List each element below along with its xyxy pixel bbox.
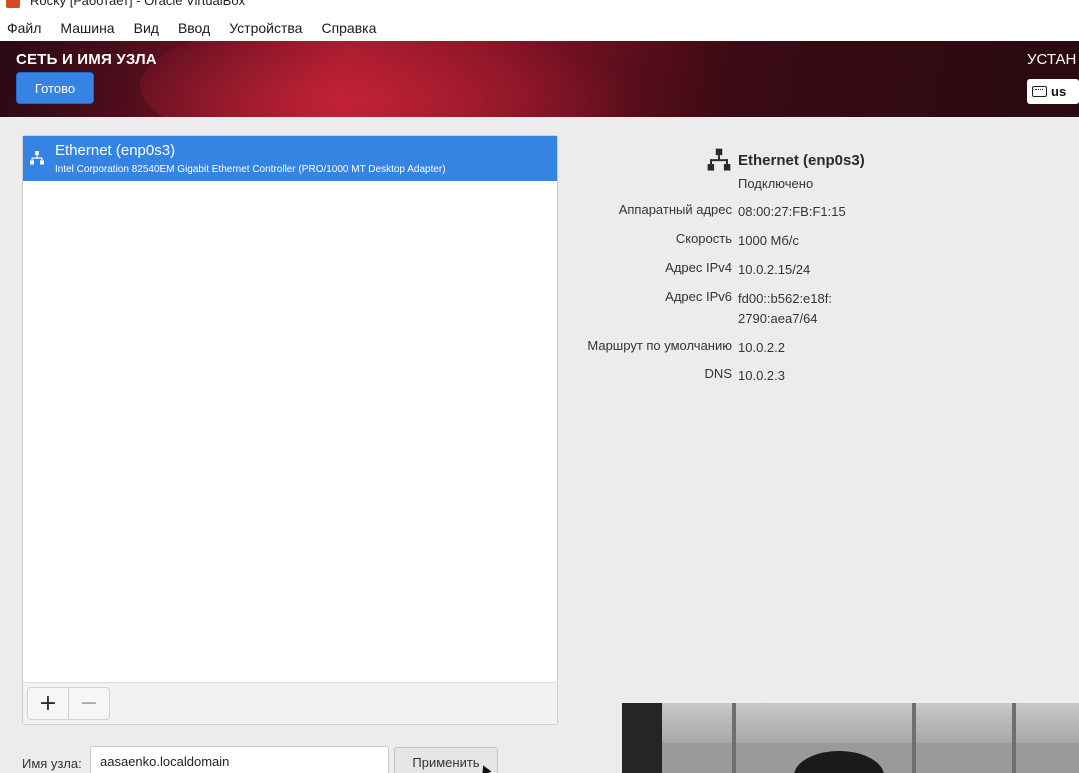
page-title: СЕТЬ И ИМЯ УЗЛА <box>16 51 157 68</box>
detail-label: Адрес IPv6 <box>665 289 732 304</box>
detail-value: 1000 Мб/с <box>738 233 799 248</box>
network-wired-icon <box>30 151 44 165</box>
detail-label: DNS <box>704 366 732 381</box>
detail-value: 08:00:27:FB:F1:15 <box>738 204 846 219</box>
virtualbox-window: Rocky [Работает] - Oracle VirtualBox Фай… <box>0 0 1079 773</box>
detail-value: 10.0.2.3 <box>738 368 785 383</box>
virtualbox-app-icon <box>6 0 20 8</box>
menu-machine[interactable]: Машина <box>60 20 114 36</box>
detail-value: 10.0.2.2 <box>738 340 785 355</box>
window-titlebar: Rocky [Работает] - Oracle VirtualBox <box>0 0 1079 14</box>
keyboard-layout-indicator[interactable]: us <box>1027 79 1079 104</box>
webcam-ceiling <box>622 703 1079 743</box>
list-toolbar: + − <box>23 682 557 724</box>
details-header: Ethernet (enp0s3) <box>706 147 865 173</box>
detail-value: fd00::b562:e18f: 2790:aea7/64 <box>738 291 832 326</box>
webcam-beam <box>912 703 916 773</box>
keyboard-layout-label: us <box>1051 84 1067 99</box>
remove-device-button[interactable]: − <box>68 687 110 720</box>
installer-title: УСТАН <box>1027 51 1077 68</box>
installer-header: СЕТЬ И ИМЯ УЗЛА Готово УСТАН us <box>0 41 1079 117</box>
list-item-ethernet[interactable]: Ethernet (enp0s3) Intel Corporation 8254… <box>23 136 557 181</box>
menu-view[interactable]: Вид <box>134 20 159 36</box>
menu-devices[interactable]: Устройства <box>229 20 302 36</box>
webcam-beam <box>1012 703 1016 773</box>
device-name: Ethernet (enp0s3) <box>55 142 176 159</box>
window-title: Rocky [Работает] - Oracle VirtualBox <box>30 0 246 8</box>
header-background-swoosh <box>140 41 660 117</box>
connection-status: Подключено <box>738 176 814 191</box>
details-title: Ethernet (enp0s3) <box>738 151 865 169</box>
detail-value: 10.0.2.15/24 <box>738 262 811 277</box>
device-description: Intel Corporation 82540EM Gigabit Ethern… <box>55 164 446 175</box>
keyboard-icon <box>1032 86 1047 97</box>
hostname-input[interactable] <box>90 746 389 773</box>
done-button[interactable]: Готово <box>16 72 94 104</box>
network-wired-icon <box>707 148 731 171</box>
menu-bar: Файл Машина Вид Ввод Устройства Справка <box>0 14 1079 41</box>
webcam-person <box>794 751 884 773</box>
menu-input[interactable]: Ввод <box>178 20 210 36</box>
detail-label: Аппаратный адрес <box>618 202 732 217</box>
menu-file[interactable]: Файл <box>7 20 41 36</box>
webcam-overlay <box>622 703 1079 773</box>
device-details: Ethernet (enp0s3) Подключено Аппаратный … <box>560 135 1079 405</box>
webcam-shadow <box>622 703 662 773</box>
detail-label: Скорость <box>675 231 732 246</box>
webcam-beam <box>732 703 736 773</box>
detail-label: Маршрут по умолчанию <box>587 338 732 353</box>
add-device-button[interactable]: + <box>27 687 69 720</box>
network-device-list: Ethernet (enp0s3) Intel Corporation 8254… <box>22 135 558 725</box>
detail-label: Адрес IPv4 <box>665 260 732 275</box>
hostname-label: Имя узла: <box>22 756 82 771</box>
menu-help[interactable]: Справка <box>321 20 376 36</box>
